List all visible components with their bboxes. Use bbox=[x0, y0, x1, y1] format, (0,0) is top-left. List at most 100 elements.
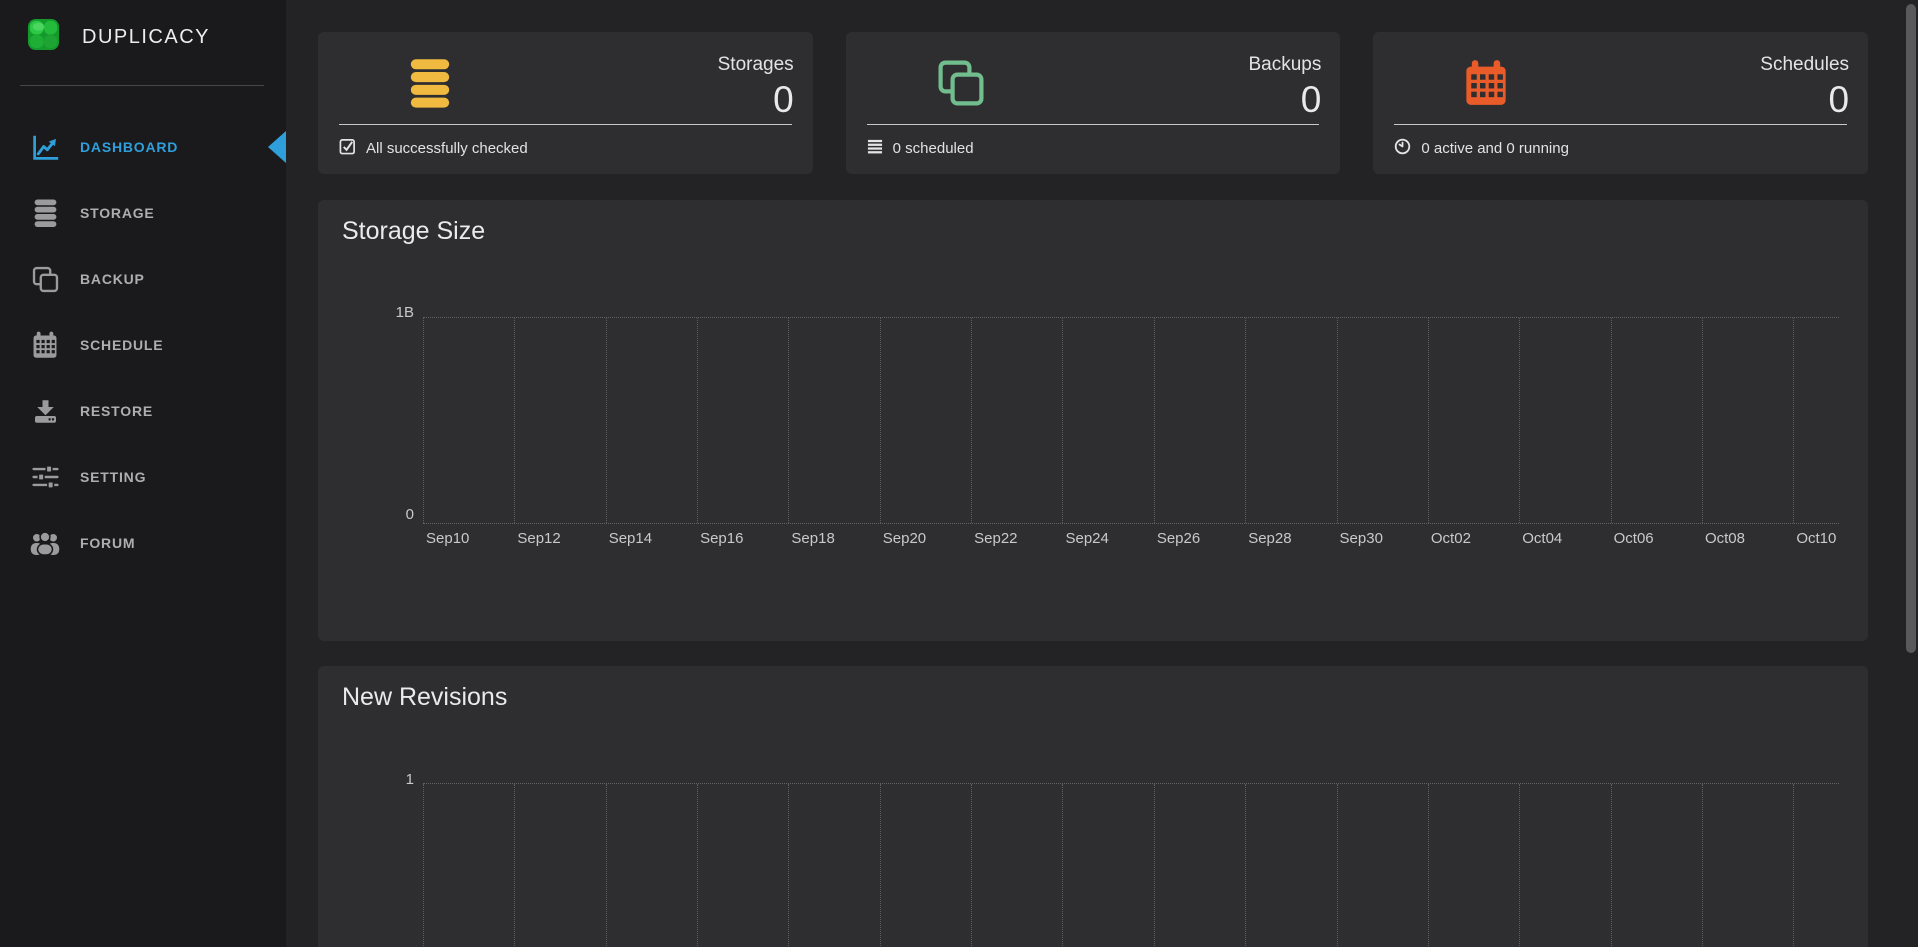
x-tick-label: Sep10 bbox=[426, 530, 469, 547]
vertical-gridline bbox=[514, 318, 515, 523]
vertical-gridline bbox=[1245, 784, 1246, 947]
x-tick-label: Sep28 bbox=[1248, 530, 1291, 547]
sidebar-item-label: DASHBOARD bbox=[80, 139, 178, 155]
card-divider bbox=[1394, 124, 1847, 125]
new-revisions-panel: New Revisions 1 bbox=[318, 666, 1868, 947]
app-logo[interactable]: DUPLICACY bbox=[27, 18, 210, 56]
sidebar-item-schedule[interactable]: SCHEDULE bbox=[0, 312, 286, 378]
schedules-card: Schedules 0 0 active and 0 running bbox=[1373, 32, 1868, 174]
vertical-gridline bbox=[1428, 784, 1429, 947]
vertical-gridline bbox=[1245, 318, 1246, 523]
vertical-gridline bbox=[1154, 784, 1155, 947]
calendar-icon bbox=[1464, 58, 1508, 108]
sidebar-item-restore[interactable]: RESTORE bbox=[0, 378, 286, 444]
calendar-icon bbox=[30, 331, 60, 359]
users-icon bbox=[30, 531, 60, 555]
sidebar-item-label: BACKUP bbox=[80, 271, 145, 287]
sidebar-item-forum[interactable]: FORUM bbox=[0, 510, 286, 576]
active-item-indicator bbox=[268, 131, 286, 163]
vertical-gridline bbox=[1793, 784, 1794, 947]
sidebar-divider bbox=[20, 85, 264, 86]
storage-size-panel: Storage Size 1B 0 Sep10Sep12Sep14Sep16Se… bbox=[318, 200, 1868, 641]
sidebar-item-dashboard[interactable]: DASHBOARD bbox=[0, 114, 286, 180]
sidebar-nav: DASHBOARD STORAGE bbox=[0, 114, 286, 576]
vertical-gridline bbox=[514, 784, 515, 947]
vertical-gridline bbox=[697, 318, 698, 523]
vertical-gridline bbox=[880, 318, 881, 523]
sidebar-item-label: FORUM bbox=[80, 535, 135, 551]
vertical-gridline bbox=[1337, 318, 1338, 523]
card-label: Backups bbox=[1248, 54, 1321, 76]
vertical-gridline bbox=[788, 784, 789, 947]
vertical-gridline bbox=[1062, 784, 1063, 947]
vertical-gridline bbox=[1611, 318, 1612, 523]
summary-cards-row: Storages 0 All successfully checked bbox=[318, 32, 1868, 174]
card-value: 0 bbox=[1248, 81, 1321, 118]
vertical-gridline bbox=[1519, 784, 1520, 947]
vertical-gridline bbox=[788, 318, 789, 523]
x-tick-label: Sep12 bbox=[517, 530, 560, 547]
x-tick-label: Oct04 bbox=[1522, 530, 1562, 547]
sidebar-item-label: SETTING bbox=[80, 469, 146, 485]
card-value: 0 bbox=[718, 81, 794, 118]
clock-icon bbox=[1394, 138, 1411, 159]
x-tick-label: Sep16 bbox=[700, 530, 743, 547]
sidebar-item-setting[interactable]: SETTING bbox=[0, 444, 286, 510]
vertical-gridline bbox=[1611, 784, 1612, 947]
vertical-gridline bbox=[1154, 318, 1155, 523]
x-tick-label: Oct02 bbox=[1431, 530, 1471, 547]
x-tick-label: Sep18 bbox=[791, 530, 834, 547]
x-tick-label: Oct10 bbox=[1796, 530, 1836, 547]
copy-icon bbox=[937, 58, 985, 108]
sliders-icon bbox=[30, 465, 60, 489]
list-icon bbox=[867, 138, 883, 158]
vertical-gridline bbox=[423, 784, 424, 947]
vertical-gridline bbox=[1062, 318, 1063, 523]
copy-icon bbox=[30, 266, 60, 293]
database-icon bbox=[409, 58, 451, 108]
sidebar-item-label: RESTORE bbox=[80, 403, 153, 419]
vertical-gridline bbox=[606, 318, 607, 523]
vertical-gridline bbox=[1702, 318, 1703, 523]
vertical-gridline bbox=[880, 784, 881, 947]
green-cube-logo-icon bbox=[27, 18, 60, 56]
card-divider bbox=[339, 124, 792, 125]
x-tick-label: Oct08 bbox=[1705, 530, 1745, 547]
page-scrollbar-thumb[interactable] bbox=[1906, 4, 1916, 653]
vertical-gridline bbox=[1702, 784, 1703, 947]
card-label: Storages bbox=[718, 54, 794, 76]
x-tick-label: Oct06 bbox=[1614, 530, 1654, 547]
download-icon bbox=[30, 399, 60, 424]
card-status-text: 0 scheduled bbox=[893, 140, 974, 157]
vertical-gridline bbox=[1793, 318, 1794, 523]
y-axis-label-max: 1 bbox=[318, 771, 414, 788]
sidebar-item-label: STORAGE bbox=[80, 205, 155, 221]
chart-title: New Revisions bbox=[342, 683, 507, 712]
duplicacy-dashboard-page: DUPLICACY DASHBOARD bbox=[0, 0, 1918, 947]
x-tick-label: Sep26 bbox=[1157, 530, 1200, 547]
vertical-gridline bbox=[971, 784, 972, 947]
card-status-text: All successfully checked bbox=[366, 140, 528, 157]
new-revisions-chart-plot bbox=[423, 783, 1839, 947]
sidebar-item-label: SCHEDULE bbox=[80, 337, 163, 353]
vertical-gridline bbox=[423, 318, 424, 523]
card-status-text: 0 active and 0 running bbox=[1421, 140, 1569, 157]
x-tick-label: Sep14 bbox=[609, 530, 652, 547]
x-tick-label: Sep30 bbox=[1340, 530, 1383, 547]
x-tick-label: Sep22 bbox=[974, 530, 1017, 547]
chart-title: Storage Size bbox=[342, 217, 485, 246]
vertical-gridline bbox=[697, 784, 698, 947]
checked-checkbox-icon bbox=[339, 138, 356, 159]
vertical-gridline bbox=[606, 784, 607, 947]
sidebar-item-storage[interactable]: STORAGE bbox=[0, 180, 286, 246]
y-axis-label-max: 1B bbox=[318, 304, 414, 321]
card-label: Schedules bbox=[1760, 54, 1849, 76]
x-tick-label: Sep20 bbox=[883, 530, 926, 547]
storages-card: Storages 0 All successfully checked bbox=[318, 32, 813, 174]
vertical-gridline bbox=[1519, 318, 1520, 523]
backups-card: Backups 0 0 scheduled bbox=[846, 32, 1341, 174]
vertical-gridline bbox=[1428, 318, 1429, 523]
card-value: 0 bbox=[1760, 81, 1849, 118]
sidebar-item-backup[interactable]: BACKUP bbox=[0, 246, 286, 312]
chart-line-icon bbox=[30, 133, 60, 162]
